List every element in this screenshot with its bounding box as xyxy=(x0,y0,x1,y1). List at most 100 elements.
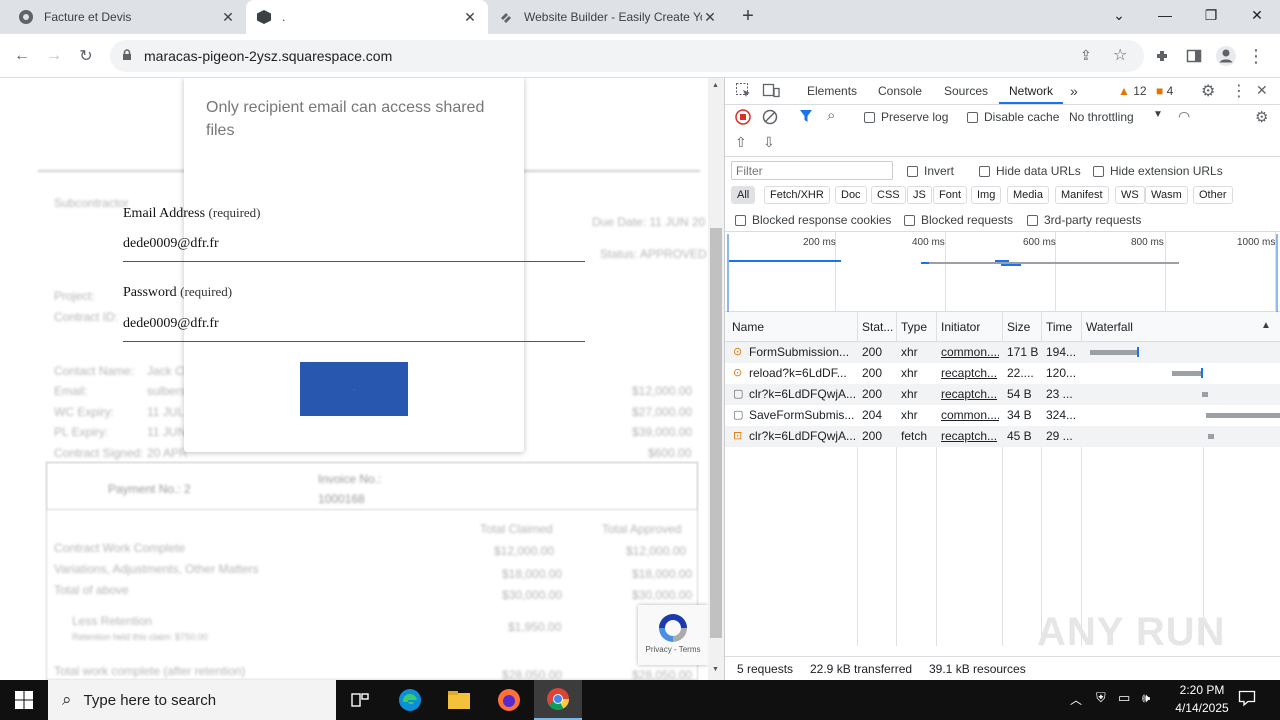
share-icon[interactable]: ⇪ xyxy=(1080,47,1092,64)
sort-up-icon[interactable]: ▲ xyxy=(1261,320,1271,331)
request-initiator[interactable]: common.... xyxy=(941,408,999,422)
col-size[interactable]: Size xyxy=(1007,320,1030,334)
hide-data-urls-checkbox[interactable]: Hide data URLs xyxy=(979,164,1081,178)
clock-time[interactable]: 2:20 PM xyxy=(1172,683,1232,697)
hide-extension-urls-checkbox[interactable]: Hide extension URLs xyxy=(1093,164,1223,178)
lock-icon[interactable] xyxy=(122,48,132,64)
close-devtools-icon[interactable]: ✕ xyxy=(1256,82,1268,99)
minimize-button[interactable]: — xyxy=(1142,0,1188,30)
extensions-icon[interactable] xyxy=(1148,42,1176,70)
tab-elements[interactable]: Elements xyxy=(807,78,857,104)
restore-button[interactable]: ❐ xyxy=(1188,0,1234,30)
taskbar-search[interactable]: ⌕ Type here to search xyxy=(48,680,336,720)
password-field[interactable]: dede0009@dfr.fr xyxy=(123,316,219,332)
close-icon[interactable]: ✕ xyxy=(702,9,718,25)
close-icon[interactable]: ✕ xyxy=(462,9,478,25)
clock-date[interactable]: 4/14/2025 xyxy=(1168,701,1236,715)
blocked-cookies-checkbox[interactable]: Blocked response cookies xyxy=(735,213,891,227)
task-view-icon[interactable] xyxy=(336,680,384,720)
forward-icon[interactable]: → xyxy=(40,42,68,70)
tab-console[interactable]: Console xyxy=(878,78,922,104)
filter-all[interactable]: All xyxy=(731,186,756,204)
page-scrollbar[interactable]: ▲ ▼ xyxy=(708,78,724,680)
export-har-icon[interactable]: ⇩ xyxy=(763,134,775,151)
tab-search-icon[interactable]: ⌄ xyxy=(1096,0,1142,30)
filter-doc[interactable]: Doc xyxy=(835,186,867,204)
windows-start-icon[interactable] xyxy=(0,680,48,720)
filter-media[interactable]: Media xyxy=(1007,186,1049,204)
inspect-element-icon[interactable] xyxy=(735,82,751,101)
request-initiator[interactable]: recaptch... xyxy=(941,429,999,443)
request-row[interactable]: ⊙ FormSubmission... 200 xhr common.... 171 B 1… xyxy=(725,342,1280,363)
recaptcha-badge[interactable]: Privacy - Terms xyxy=(638,605,708,665)
filter-img[interactable]: Img xyxy=(971,186,1002,204)
network-icon[interactable]: ▭ xyxy=(1118,690,1130,706)
chevron-down-icon[interactable]: ▼ xyxy=(1153,109,1163,120)
tab-active[interactable]: . ✕ xyxy=(246,0,488,34)
col-time[interactable]: Time xyxy=(1046,320,1072,334)
import-har-icon[interactable]: ⇧ xyxy=(735,134,747,151)
blocked-requests-checkbox[interactable]: Blocked requests xyxy=(904,213,1013,227)
new-tab-button[interactable]: + xyxy=(736,5,760,29)
kebab-menu-icon[interactable]: ⋮ xyxy=(1242,42,1270,70)
filter-js[interactable]: JS xyxy=(907,186,932,204)
search-icon[interactable]: ⌕ xyxy=(827,107,835,124)
recaptcha-links[interactable]: Privacy - Terms xyxy=(638,645,708,654)
request-row[interactable]: ▢ SaveFormSubmis... 204 xhr common.... 34 B 32… xyxy=(725,405,1280,426)
col-initiator[interactable]: Initiator xyxy=(941,320,980,334)
address-bar[interactable]: maracas-pigeon-2ysz.squarespace.com ⇪ ☆ xyxy=(110,40,1144,72)
device-toolbar-icon[interactable] xyxy=(762,82,780,101)
col-status[interactable]: Stat... xyxy=(862,320,896,334)
col-type[interactable]: Type xyxy=(901,320,927,334)
edge-icon[interactable] xyxy=(386,680,434,720)
request-row[interactable]: ⊡ clr?k=6LdDFQwjA... 200 fetch recaptch... 45… xyxy=(725,426,1280,447)
disable-cache-checkbox[interactable]: Disable cache xyxy=(967,110,1059,124)
filter-css[interactable]: CSS xyxy=(871,186,906,204)
profile-avatar-icon[interactable] xyxy=(1212,42,1240,70)
filter-manifest[interactable]: Manifest xyxy=(1055,186,1109,204)
file-explorer-icon[interactable] xyxy=(435,680,483,720)
chrome-icon[interactable] xyxy=(534,680,582,720)
col-waterfall[interactable]: Waterfall xyxy=(1086,320,1133,334)
scrollbar-thumb[interactable] xyxy=(710,228,722,638)
submit-button[interactable]: · xyxy=(300,362,408,416)
scroll-down-icon[interactable]: ▼ xyxy=(712,666,719,673)
request-initiator[interactable]: recaptch... xyxy=(941,387,999,401)
warnings-counter[interactable]: ▲ 12 xyxy=(1118,84,1147,98)
firefox-icon[interactable] xyxy=(485,680,533,720)
timeline-handle-right[interactable] xyxy=(1276,234,1278,312)
filter-input[interactable] xyxy=(731,161,893,180)
show-hidden-icons-icon[interactable]: ︿ xyxy=(1070,691,1082,708)
invert-checkbox[interactable]: Invert xyxy=(907,164,954,178)
close-window-button[interactable]: ✕ xyxy=(1234,0,1280,30)
filter-other[interactable]: Other xyxy=(1193,186,1233,204)
tab-facture[interactable]: Facture et Devis ✕ xyxy=(8,0,246,34)
reload-icon[interactable]: ↻ xyxy=(72,42,100,70)
notification-icon[interactable] xyxy=(1238,689,1256,710)
issues-counter[interactable]: ■ 4 xyxy=(1156,84,1173,98)
filter-fetch-xhr[interactable]: Fetch/XHR xyxy=(764,186,830,204)
security-icon[interactable]: ⛨ xyxy=(1096,690,1106,706)
email-field[interactable]: dede0009@dfr.fr xyxy=(123,236,219,252)
third-party-checkbox[interactable]: 3rd-party requests xyxy=(1027,213,1141,227)
filter-wasm[interactable]: Wasm xyxy=(1145,186,1188,204)
bookmark-star-icon[interactable]: ☆ xyxy=(1113,45,1127,65)
devtools-menu-icon[interactable]: ⋮ xyxy=(1231,81,1247,101)
filter-funnel-icon[interactable] xyxy=(799,109,813,126)
more-tabs-icon[interactable]: » xyxy=(1070,78,1078,104)
network-conditions-icon[interactable]: ◠ xyxy=(1178,108,1190,125)
tab-network[interactable]: Network xyxy=(999,78,1064,104)
clear-icon[interactable] xyxy=(762,109,778,128)
close-icon[interactable]: ✕ xyxy=(220,9,236,25)
request-initiator[interactable]: common.... xyxy=(941,345,999,359)
side-panel-icon[interactable] xyxy=(1180,42,1208,70)
overview-timeline[interactable]: 200 ms 400 ms 600 ms 800 ms 1000 ms xyxy=(725,232,1280,312)
tab-sources[interactable]: Sources xyxy=(944,78,988,104)
request-initiator[interactable]: recaptch... xyxy=(941,366,999,380)
throttling-select[interactable]: No throttling xyxy=(1069,110,1134,124)
filter-ws[interactable]: WS xyxy=(1115,186,1145,204)
tab-website-builder[interactable]: Website Builder - Easily Create Yo ✕ xyxy=(488,0,728,34)
volume-icon[interactable]: 🕪 xyxy=(1142,690,1150,706)
record-stop-icon[interactable] xyxy=(735,109,751,128)
preserve-log-checkbox[interactable]: Preserve log xyxy=(864,110,948,124)
